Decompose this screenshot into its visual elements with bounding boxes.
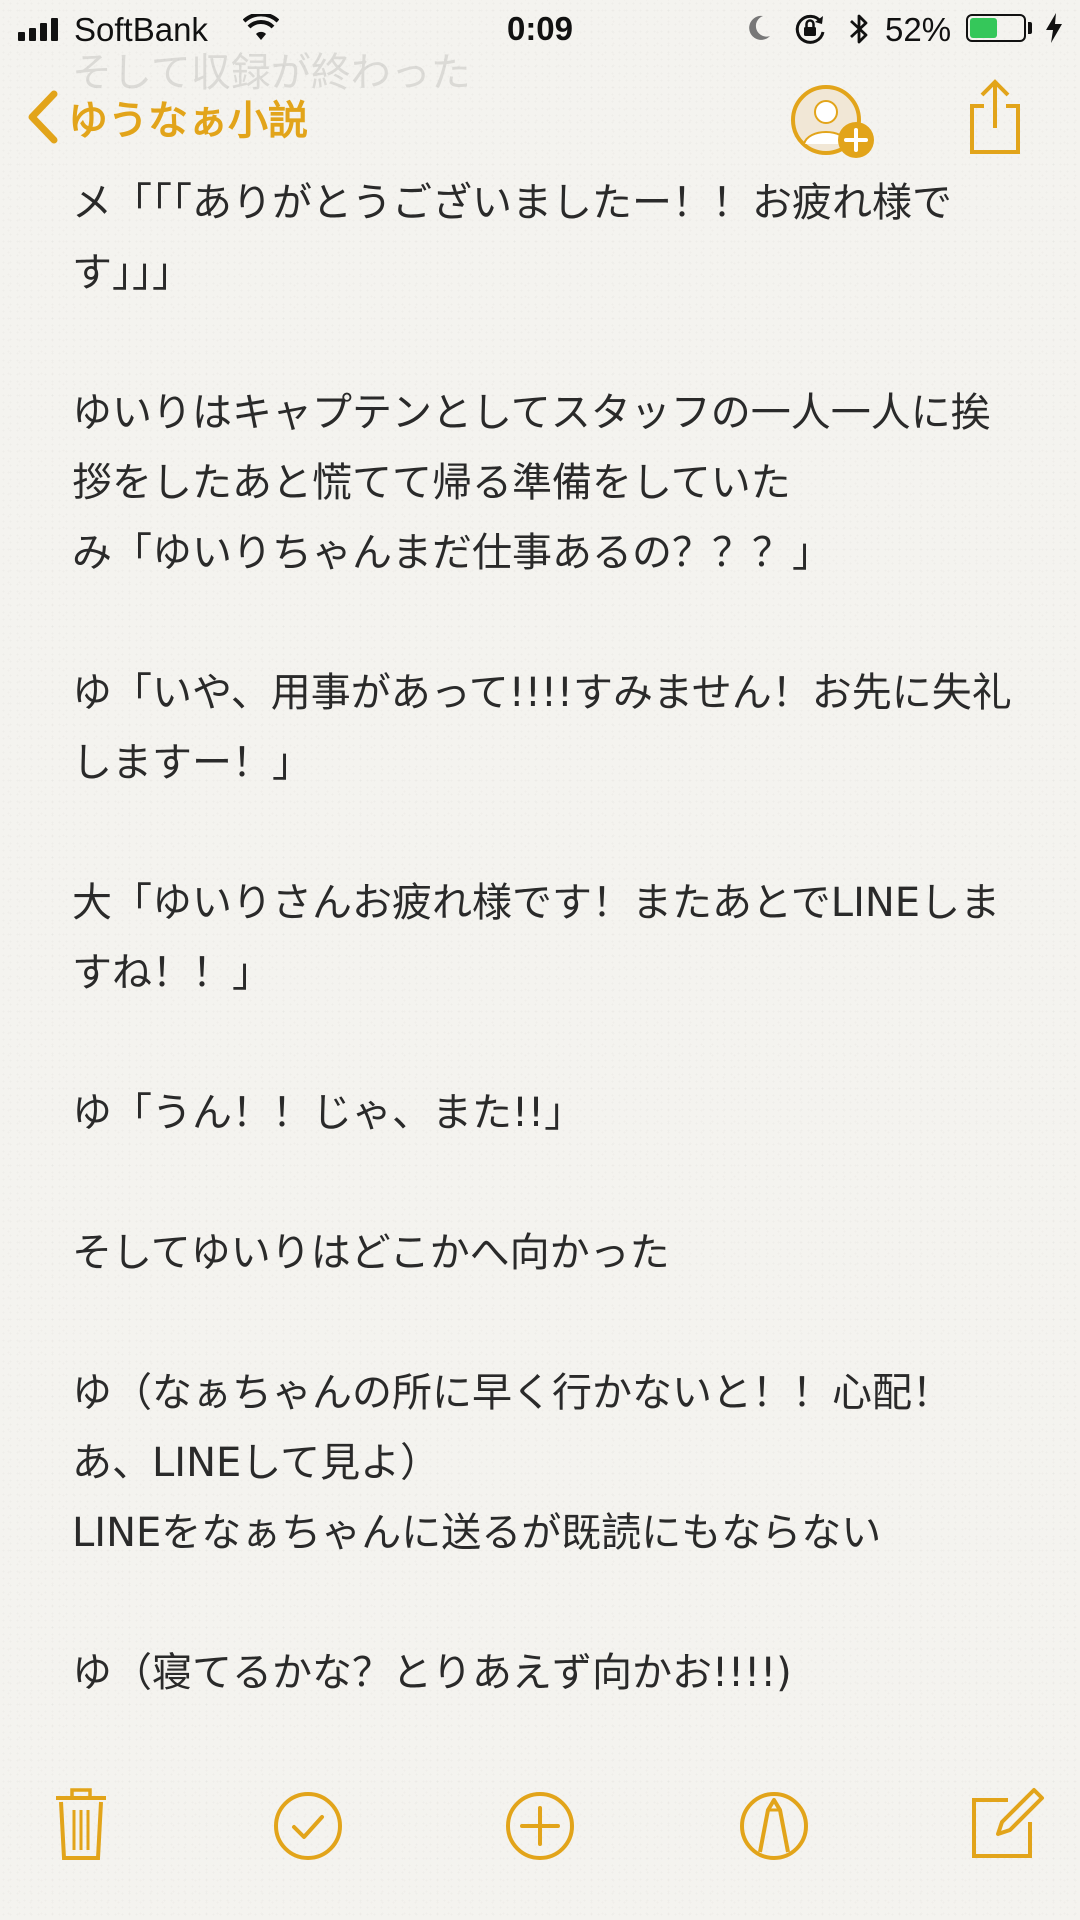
back-label: ゆうなぁ小説 bbox=[68, 98, 308, 144]
battery-percent: 52% bbox=[885, 11, 952, 48]
share-icon[interactable] bbox=[966, 78, 1024, 156]
note-paragraph: ゆ（寝てるかな？とりあえず向かお!!!!) bbox=[72, 1650, 792, 1696]
back-button[interactable]: ゆうなぁ小説 bbox=[26, 88, 308, 146]
bottom-toolbar bbox=[0, 1780, 1080, 1920]
chevron-left-icon bbox=[28, 90, 58, 144]
note-paragraph: 大「ゆいりさんお疲れ様です！またあとでLINEしますね！！」 bbox=[72, 880, 1001, 996]
checklist-icon[interactable] bbox=[272, 1790, 344, 1862]
note-paragraph: ゆ（なぁちゃんの所に早く行かないと！！心配！あ、LINEして見よ） LINEをな… bbox=[72, 1370, 952, 1556]
note-paragraph: ゆ「うん！！じゃ、また!!」 bbox=[72, 1090, 585, 1136]
note-paragraph: ゆ「いや、用事があって!!!!すみません！お先に失礼しますー！」 bbox=[72, 670, 1012, 786]
battery-tip bbox=[1028, 22, 1032, 34]
note-paragraph: ゆいりはキャプテンとしてスタッフの一人一人に挨拶をしたあと慌てて帰る準備をしてい… bbox=[72, 390, 991, 576]
status-bar: SoftBank 0:09 52% bbox=[0, 0, 1080, 58]
bluetooth-icon bbox=[850, 14, 868, 44]
add-icon[interactable] bbox=[504, 1790, 576, 1862]
orientation-lock-icon bbox=[795, 14, 825, 44]
note-body[interactable]: メ「「「ありがとうございましたー！！お疲れ様です」」」 ゆいりはキャプテンとして… bbox=[72, 168, 1012, 1778]
add-person-icon[interactable] bbox=[786, 84, 876, 160]
compose-icon[interactable] bbox=[968, 1784, 1046, 1862]
note-paragraph: そしてゆいりはどこかへ向かった bbox=[72, 1230, 670, 1276]
note-paragraph: メ「「「ありがとうございましたー！！お疲れ様です」」」 bbox=[72, 180, 952, 296]
charging-bolt-icon bbox=[1046, 13, 1062, 43]
battery-icon bbox=[966, 14, 1026, 42]
markup-icon[interactable] bbox=[738, 1790, 810, 1862]
trash-icon[interactable] bbox=[52, 1786, 110, 1862]
battery-fill bbox=[970, 18, 998, 38]
moon-icon bbox=[749, 15, 770, 40]
